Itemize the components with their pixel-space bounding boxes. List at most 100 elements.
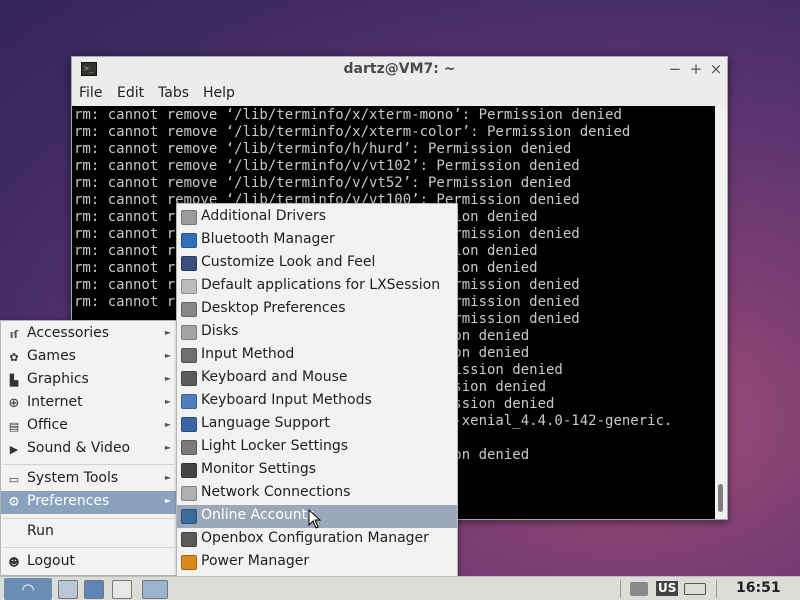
menu-edit[interactable]: Edit xyxy=(117,85,144,101)
start-menu-button[interactable]: ◠ xyxy=(4,578,52,600)
menu-item-games[interactable]: ✿ Games ► xyxy=(1,346,176,369)
scrollbar-thumb[interactable] xyxy=(718,484,723,512)
preferences-submenu: Additional Drivers Bluetooth Manager Custo… xyxy=(176,203,458,599)
menu-tabs[interactable]: Tabs xyxy=(158,85,189,101)
menu-item-system-tools[interactable]: ▭ System Tools ► xyxy=(1,468,176,491)
menu-item-label: Preferences xyxy=(27,493,110,509)
submenu-item-openbox-configuration-manager[interactable]: Openbox Configuration Manager xyxy=(177,528,457,551)
system-tools-icon: ▭ xyxy=(8,473,20,486)
light-locker-icon xyxy=(181,440,197,455)
submenu-item-disks[interactable]: Disks xyxy=(177,321,457,344)
look-feel-icon xyxy=(181,256,197,271)
terminal-scrollbar[interactable] xyxy=(715,106,727,519)
openbox-icon xyxy=(181,532,197,547)
application-menu: ıſ Accessories ► ✿ Games ► ▙ Graphics ► … xyxy=(0,320,177,576)
chevron-right-icon: ► xyxy=(164,374,171,383)
submenu-item-label: Bluetooth Manager xyxy=(201,231,335,247)
bluetooth-icon xyxy=(181,233,197,248)
submenu-item-label: Monitor Settings xyxy=(201,461,317,477)
menu-item-graphics[interactable]: ▙ Graphics ► xyxy=(1,369,176,392)
submenu-item-label: Light Locker Settings xyxy=(201,438,349,454)
submenu-item-label: Additional Drivers xyxy=(201,208,327,224)
chevron-right-icon: ► xyxy=(164,473,171,482)
submenu-item-label: Keyboard and Mouse xyxy=(201,369,348,385)
minimize-button[interactable]: − xyxy=(665,59,685,79)
menu-item-internet[interactable]: ⊕ Internet ► xyxy=(1,392,176,415)
graphics-icon: ▙ xyxy=(9,374,19,387)
submenu-item-additional-drivers[interactable]: Additional Drivers xyxy=(177,206,457,229)
lubuntu-logo-icon: ◠ xyxy=(21,580,35,598)
volume-icon[interactable] xyxy=(630,582,648,596)
office-icon: ▤ xyxy=(8,420,20,433)
workspace-icon[interactable] xyxy=(142,580,168,599)
submenu-item-light-locker-settings[interactable]: Light Locker Settings xyxy=(177,436,457,459)
tray-separator xyxy=(620,580,621,598)
submenu-item-label: Power Manager xyxy=(201,553,310,569)
submenu-item-keyboard-input-methods[interactable]: Keyboard Input Methods xyxy=(177,390,457,413)
games-icon: ✿ xyxy=(9,351,19,364)
menu-separator xyxy=(3,518,174,519)
menu-item-label: Sound & Video xyxy=(27,440,131,456)
close-button[interactable]: × xyxy=(706,59,726,79)
submenu-item-label: Openbox Configuration Manager xyxy=(201,530,429,546)
menu-item-label: Office xyxy=(27,417,68,433)
submenu-item-bluetooth-manager[interactable]: Bluetooth Manager xyxy=(177,229,457,252)
keyboard-icon[interactable] xyxy=(684,583,706,595)
chevron-right-icon: ► xyxy=(164,328,171,337)
browser-icon[interactable] xyxy=(84,580,104,599)
submenu-item-default-applications-for-lxsession[interactable]: Default applications for LXSession xyxy=(177,275,457,298)
menu-item-label: Logout xyxy=(27,553,75,569)
submenu-item-label: Disks xyxy=(201,323,239,339)
submenu-item-label: Default applications for LXSession xyxy=(201,277,441,293)
show-desktop-icon[interactable] xyxy=(112,580,132,599)
submenu-item-customize-look-and-feel[interactable]: Customize Look and Feel xyxy=(177,252,457,275)
submenu-item-label: Online Accounts xyxy=(201,507,315,523)
menu-item-label: Run xyxy=(27,523,54,539)
submenu-item-label: Network Connections xyxy=(201,484,351,500)
submenu-item-language-support[interactable]: Language Support xyxy=(177,413,457,436)
menu-item-run[interactable]: Run xyxy=(1,521,176,544)
clock[interactable]: 16:51 xyxy=(736,580,781,596)
title-bar[interactable]: >_ dartz@VM7: ~ − + × xyxy=(72,57,727,82)
menu-bar: File Edit Tabs Help xyxy=(72,82,727,106)
submenu-item-desktop-preferences[interactable]: Desktop Preferences xyxy=(177,298,457,321)
maximize-button[interactable]: + xyxy=(686,59,706,79)
submenu-item-label: Input Method xyxy=(201,346,295,362)
menu-help[interactable]: Help xyxy=(203,85,235,101)
submenu-item-monitor-settings[interactable]: Monitor Settings xyxy=(177,459,457,482)
accessories-icon: ıſ xyxy=(9,328,19,341)
input-method-icon xyxy=(181,348,197,363)
menu-item-sound-video[interactable]: ▶ Sound & Video ► xyxy=(1,438,176,461)
menu-item-logout[interactable]: ☻ Logout xyxy=(1,551,176,574)
menu-separator xyxy=(3,464,174,465)
drivers-icon xyxy=(181,210,197,225)
chevron-right-icon: ► xyxy=(164,351,171,360)
keyboard-layout-indicator[interactable]: US xyxy=(656,581,679,596)
menu-item-office[interactable]: ▤ Office ► xyxy=(1,415,176,438)
menu-item-preferences[interactable]: ⚙ Preferences ► xyxy=(1,491,176,514)
menu-file[interactable]: File xyxy=(79,85,102,101)
chevron-right-icon: ► xyxy=(164,397,171,406)
lxsession-icon xyxy=(181,279,197,294)
taskbar: ◠ US 16:51 xyxy=(0,576,800,600)
menu-separator xyxy=(3,547,174,548)
submenu-item-keyboard-and-mouse[interactable]: Keyboard and Mouse xyxy=(177,367,457,390)
mouse-pointer-icon xyxy=(308,509,322,529)
tray-separator xyxy=(716,580,717,598)
chevron-right-icon: ► xyxy=(164,496,171,505)
submenu-item-network-connections[interactable]: Network Connections xyxy=(177,482,457,505)
submenu-item-label: Customize Look and Feel xyxy=(201,254,376,270)
submenu-item-label: Keyboard Input Methods xyxy=(201,392,372,408)
menu-item-label: System Tools xyxy=(27,470,119,486)
power-icon xyxy=(181,555,197,570)
menu-item-accessories[interactable]: ıſ Accessories ► xyxy=(1,323,176,346)
submenu-item-power-manager[interactable]: Power Manager xyxy=(177,551,457,574)
file-manager-icon[interactable] xyxy=(58,580,78,599)
language-icon xyxy=(181,417,197,432)
submenu-item-input-method[interactable]: Input Method xyxy=(177,344,457,367)
chevron-right-icon: ► xyxy=(164,443,171,452)
network-icon xyxy=(181,486,197,501)
menu-item-label: Internet xyxy=(27,394,83,410)
sound-video-icon: ▶ xyxy=(9,443,19,456)
menu-item-label: Accessories xyxy=(27,325,110,341)
